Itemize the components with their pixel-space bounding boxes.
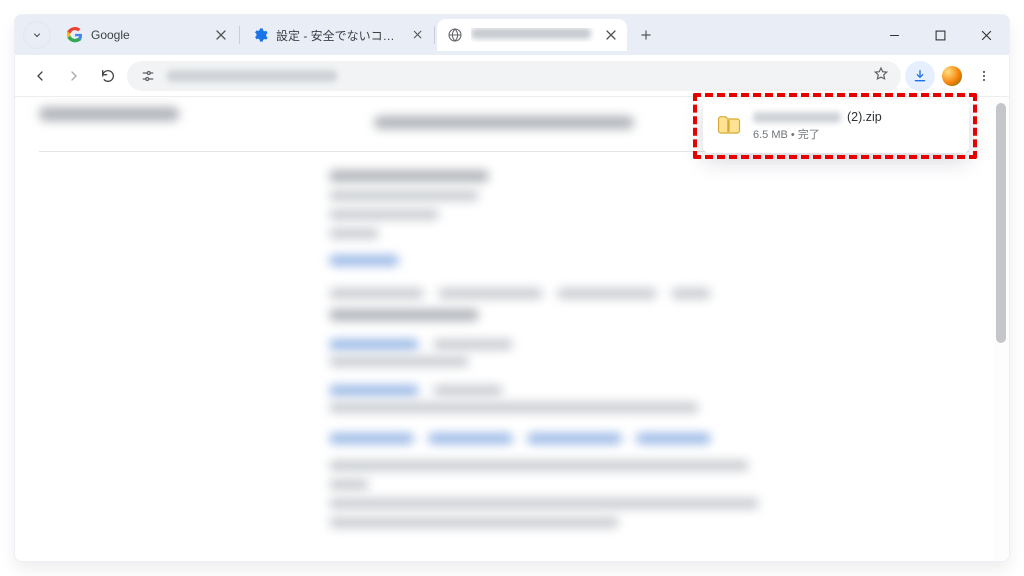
zip-folder-icon [715, 112, 743, 140]
globe-icon [447, 27, 463, 43]
back-button[interactable] [25, 61, 55, 91]
arrow-left-icon [32, 68, 48, 84]
maximize-icon [935, 30, 946, 41]
download-status: 6.5 MB • 完了 [753, 126, 957, 142]
reload-icon [100, 68, 116, 84]
url-text-blurred [167, 70, 337, 82]
close-icon [603, 27, 619, 43]
plus-icon [639, 28, 653, 42]
close-window-button[interactable] [963, 15, 1009, 55]
arrow-right-icon [66, 68, 82, 84]
tab-settings-insecure-content[interactable]: 設定 - 安全でないコンテンツ [242, 19, 432, 51]
reload-button[interactable] [93, 61, 123, 91]
tab-title-blurred [471, 28, 595, 42]
maximize-button[interactable] [917, 15, 963, 55]
page-content [15, 97, 993, 561]
chrome-menu-button[interactable] [969, 61, 999, 91]
forward-button[interactable] [59, 61, 89, 91]
tab-google[interactable]: Google [57, 19, 237, 51]
scrollbar-thumb[interactable] [996, 103, 1006, 343]
page-heading-blurred [39, 107, 179, 121]
tab-title: 設定 - 安全でないコンテンツ [276, 27, 403, 44]
minimize-icon [889, 30, 900, 41]
vertical-scrollbar[interactable] [993, 97, 1009, 561]
site-settings-icon[interactable] [139, 67, 157, 85]
browser-window: Google 設定 - 安全でないコンテンツ [14, 14, 1010, 562]
page-subtitle-blurred [374, 116, 634, 129]
new-tab-button[interactable] [631, 20, 661, 50]
tab-active[interactable] [437, 19, 627, 51]
avatar-icon [941, 65, 963, 87]
page-viewport [15, 97, 1009, 561]
profile-button[interactable] [937, 61, 967, 91]
toolbar [15, 55, 1009, 97]
bookmark-star-button[interactable] [873, 66, 889, 85]
tab-close-button[interactable] [603, 27, 619, 43]
tune-icon [139, 67, 157, 85]
close-icon [411, 28, 424, 41]
gear-icon [252, 27, 268, 43]
filename-blurred [753, 112, 841, 123]
tab-close-button[interactable] [411, 27, 424, 43]
download-filename: (2).zip [753, 110, 957, 124]
tab-close-button[interactable] [213, 27, 229, 43]
download-popup[interactable]: (2).zip 6.5 MB • 完了 [703, 99, 969, 153]
chevron-down-icon [31, 29, 43, 41]
close-icon [213, 27, 229, 43]
address-bar[interactable] [127, 61, 901, 91]
minimize-button[interactable] [871, 15, 917, 55]
close-icon [981, 30, 992, 41]
tab-search-button[interactable] [23, 21, 51, 49]
tab-title: Google [91, 28, 205, 42]
star-icon [873, 66, 889, 82]
download-icon [912, 68, 928, 84]
kebab-icon [976, 68, 992, 84]
google-favicon-icon [67, 27, 83, 43]
window-controls [871, 15, 1009, 55]
tab-strip: Google 設定 - 安全でないコンテンツ [15, 15, 1009, 55]
downloads-button[interactable] [905, 61, 935, 91]
